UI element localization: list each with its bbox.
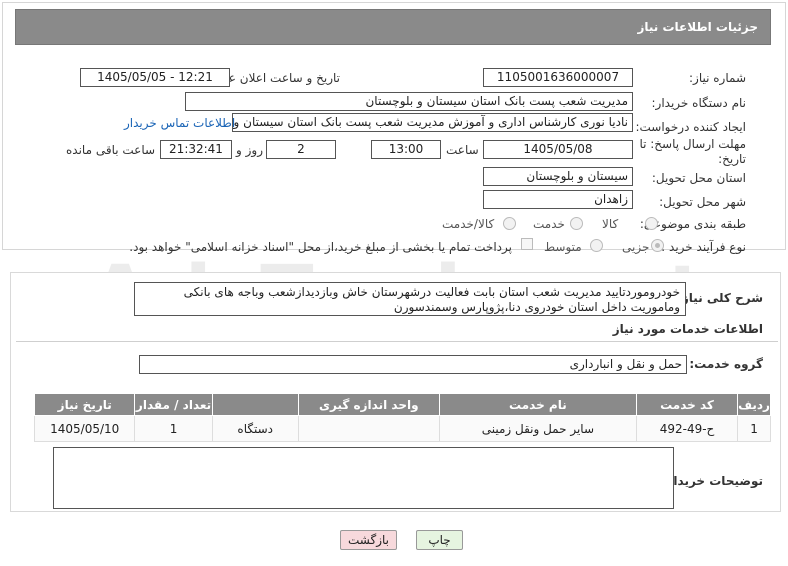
buyer-org-field: مدیریت شعب پست بانک استان سیستان و بلوچس… <box>185 92 633 111</box>
remaining-time-field: 21:32:41 <box>160 140 232 159</box>
purchase-option-medium: متوسط <box>544 240 582 254</box>
back-button[interactable]: بازگشت <box>340 530 397 550</box>
column-header-date: تاریخ نیاز <box>33 393 136 416</box>
buyer-notes-label: توضیحات خریدار: <box>661 474 763 488</box>
table-row[interactable]: 1405/05/10 1 دستگاه سایر حمل ونقل زمینی … <box>33 415 771 442</box>
cell-spacer <box>297 415 440 442</box>
services-section-title: اطلاعات خدمات مورد نیاز <box>612 322 763 336</box>
summary-label: شرح کلی نیاز: <box>677 291 763 305</box>
contact-buyer-link[interactable]: اطلاعات تماس خریدار <box>124 116 235 130</box>
buyer-notes-textarea[interactable] <box>53 447 674 509</box>
treasury-payment-checkbox[interactable] <box>521 238 533 250</box>
days-label: روز و <box>236 143 263 157</box>
purchase-option-minor: جزیی <box>622 240 650 254</box>
service-group-label: گروه خدمت: <box>689 357 763 371</box>
creator-field: نادیا نوری کارشناس اداری و آموزش مدیریت … <box>232 113 633 132</box>
category-radio-goods[interactable] <box>645 217 658 230</box>
treasury-payment-note: پرداخت تمام یا بخشی از مبلغ خرید،از محل … <box>129 240 512 254</box>
category-option-service: خدمت <box>533 217 565 231</box>
category-option-goods-service: کالا/خدمت <box>442 217 495 231</box>
cell-unit: دستگاه <box>211 415 299 442</box>
cell-date: 1405/05/10 <box>33 415 136 442</box>
cell-qty: 1 <box>134 415 213 442</box>
deadline-date-field: 1405/05/08 <box>483 140 633 159</box>
need-number-label: شماره نیاز: <box>689 71 746 85</box>
purchase-radio-medium[interactable] <box>590 239 603 252</box>
buyer-org-label: نام دستگاه خریدار: <box>651 96 747 110</box>
city-label: شهر محل تحویل: <box>659 195 746 209</box>
column-header-qty: تعداد / مقدار <box>134 393 213 416</box>
page-title: جزئیات اطلاعات نیاز <box>15 9 771 45</box>
need-number-field: 1105001636000007 <box>483 68 633 87</box>
province-label: استان محل تحویل: <box>651 171 746 185</box>
column-header-row: ردیف <box>737 393 771 416</box>
cell-row-number: 1 <box>737 415 771 442</box>
print-button[interactable]: چاپ <box>416 530 463 550</box>
category-option-goods: کالا <box>602 217 619 231</box>
purchase-radio-minor[interactable] <box>651 239 664 252</box>
deadline-time-label: ساعت <box>446 143 479 157</box>
column-header-unit <box>211 393 299 416</box>
cell-service-name: سایر حمل ونقل زمینی <box>438 415 637 442</box>
purchase-type-label: نوع فرآیند خرید : <box>661 240 746 254</box>
days-remaining-field: 2 <box>266 140 336 159</box>
summary-textarea[interactable]: خودروموردتایید مدیریت شعب استان بابت فعا… <box>134 282 686 316</box>
section-divider <box>16 341 778 342</box>
deadline-time-field: 13:00 <box>371 140 441 159</box>
table-header-row: تاریخ نیاز تعداد / مقدار واحد اندازه گیر… <box>33 393 771 416</box>
cell-code: ح-49-492 <box>635 415 739 442</box>
city-field: زاهدان <box>483 190 633 209</box>
column-header-unit-measure: واحد اندازه گیری <box>297 393 440 416</box>
service-group-field: حمل و نقل و انبارداری <box>139 355 687 374</box>
deadline-label: مهلت ارسال پاسخ: تا تاریخ: <box>639 137 746 166</box>
announce-datetime-field: 1405/05/05 - 12:21 <box>80 68 230 87</box>
category-radio-goods-service[interactable] <box>503 217 516 230</box>
category-radio-service[interactable] <box>570 217 583 230</box>
column-header-service-name: نام خدمت <box>438 393 637 416</box>
creator-label: ایجاد کننده درخواست: <box>635 120 746 134</box>
services-table: تاریخ نیاز تعداد / مقدار واحد اندازه گیر… <box>33 393 771 442</box>
column-header-code: کد خدمت <box>635 393 739 416</box>
remaining-time-label: ساعت باقی مانده <box>66 143 156 157</box>
province-field: سیستان و بلوچستان <box>483 167 633 186</box>
